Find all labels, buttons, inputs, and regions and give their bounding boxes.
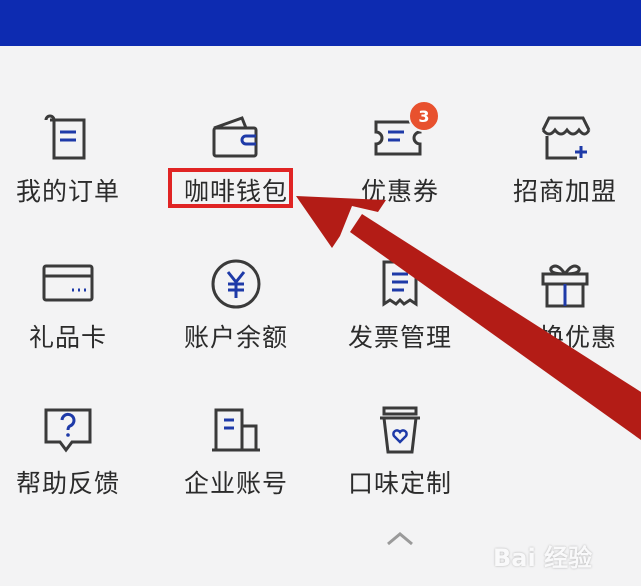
menu-item-coupons[interactable]: 3 优惠券 <box>320 80 480 210</box>
coupon-count-badge: 3 <box>408 100 440 132</box>
menu-item-label: 企业账号 <box>183 469 288 498</box>
invoice-icon <box>370 254 430 314</box>
collapse-chevron-up-icon[interactable] <box>383 528 417 550</box>
gift-box-icon <box>535 254 595 314</box>
menu-item-invoice[interactable]: 发票管理 <box>320 226 480 356</box>
top-app-bar <box>0 0 641 46</box>
menu-item-account-balance[interactable]: 账户余额 <box>156 226 316 356</box>
menu-item-franchise[interactable]: 招商加盟 <box>485 80 641 210</box>
menu-item-redeem[interactable]: 兑换优惠 <box>485 226 641 356</box>
menu-item-enterprise-account[interactable]: 企业账号 <box>156 372 316 502</box>
menu-item-label: 礼品卡 <box>28 323 107 352</box>
menu-item-help-feedback[interactable]: 帮助反馈 <box>0 372 148 502</box>
menu-item-label: 优惠券 <box>360 177 439 206</box>
menu-item-my-orders[interactable]: 我的订单 <box>0 80 148 210</box>
building-icon <box>206 400 266 460</box>
menu-item-label: 咖啡钱包 <box>183 177 288 206</box>
menu-item-label: 发票管理 <box>347 323 452 352</box>
wallet-icon <box>206 108 266 168</box>
yuan-icon <box>206 254 266 314</box>
menu-item-coffee-wallet[interactable]: 咖啡钱包 <box>156 80 316 210</box>
menu-item-taste-custom[interactable]: 口味定制 <box>320 372 480 502</box>
menu-item-label: 兑换优惠 <box>512 323 617 352</box>
menu-item-label: 口味定制 <box>347 469 452 498</box>
help-icon <box>38 400 98 460</box>
menu-item-label: 账户余额 <box>183 323 288 352</box>
menu-item-label: 招商加盟 <box>512 177 617 206</box>
gift-card-icon <box>38 254 98 314</box>
order-icon <box>38 108 98 168</box>
menu-item-label: 帮助反馈 <box>15 469 120 498</box>
cup-heart-icon <box>370 400 430 460</box>
menu-item-gift-card[interactable]: 礼品卡 <box>0 226 148 356</box>
menu-row-1: 我的订单 咖啡钱包 3 优惠券 招商加盟 <box>0 80 641 220</box>
menu-row-2: 礼品卡 账户余额 发票管理 兑换优惠 <box>0 226 641 366</box>
menu-item-label: 我的订单 <box>15 177 120 206</box>
store-icon <box>535 108 595 168</box>
baidu-jingyan-watermark: Bai 经验 <box>493 536 633 576</box>
watermark-text: Bai 经验 <box>493 544 593 572</box>
menu-row-3: 帮助反馈 企业账号 口味定制 <box>0 372 641 512</box>
